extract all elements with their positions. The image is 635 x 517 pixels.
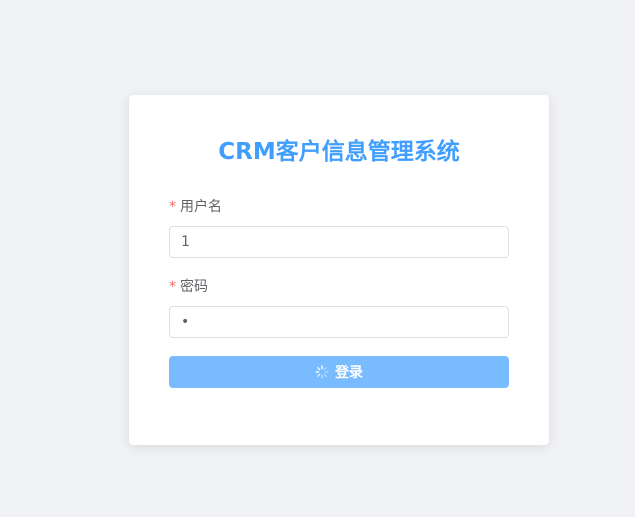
username-label: * 用户名 xyxy=(169,197,222,217)
loading-spinner-icon xyxy=(315,365,329,379)
login-button[interactable]: 登录 xyxy=(169,356,509,388)
password-label: * 密码 xyxy=(169,277,208,297)
login-card: CRM客户信息管理系统 *用户名 *密码 xyxy=(129,95,549,445)
username-required-mark: * xyxy=(169,199,176,215)
username-input[interactable] xyxy=(169,226,509,258)
password-required-mark: * xyxy=(169,279,176,295)
password-input[interactable] xyxy=(169,306,509,338)
page-title: CRM客户信息管理系统 xyxy=(218,139,460,165)
username-label-text: 用户名 xyxy=(180,199,222,215)
password-label-text: 密码 xyxy=(180,279,208,295)
login-button-label: 登录 xyxy=(335,365,363,381)
login-page: CRM客户信息管理系统 *用户名 *密码 xyxy=(0,0,635,517)
